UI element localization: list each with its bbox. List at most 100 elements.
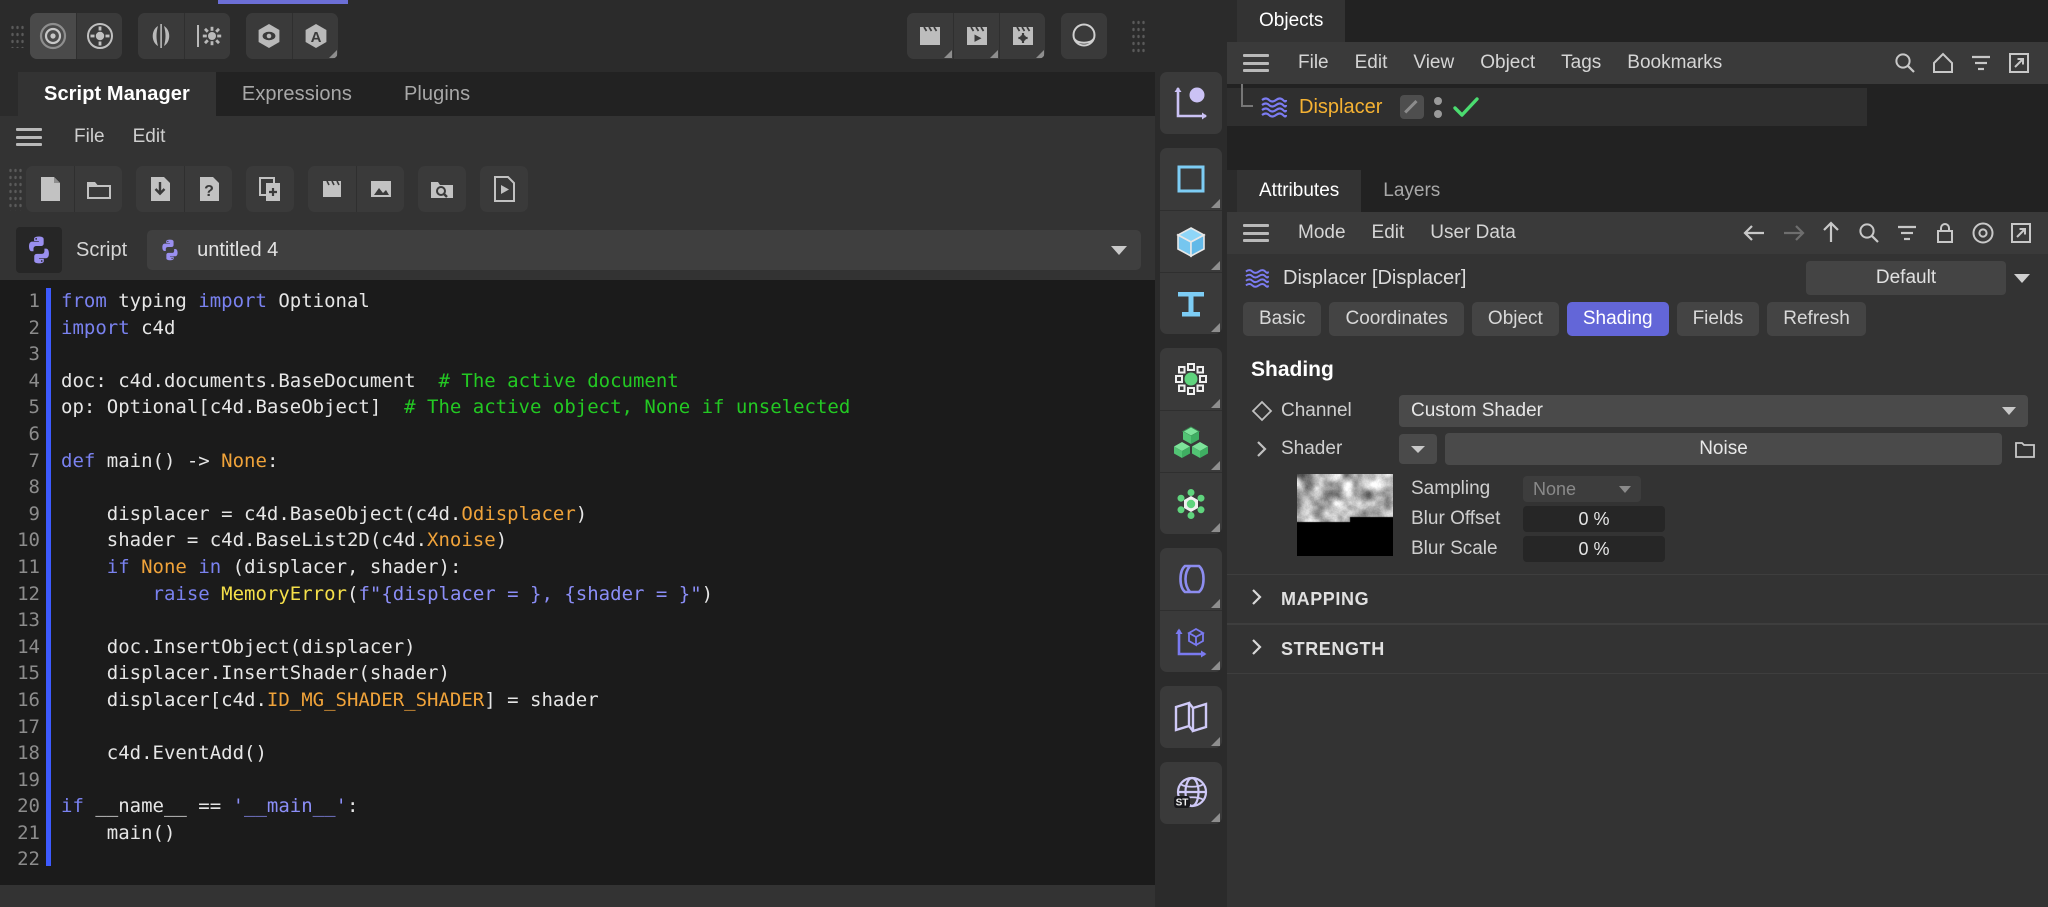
target-icon[interactable] — [1966, 216, 2000, 250]
chevron-right-icon — [1249, 638, 1265, 661]
mograph-gear-icon[interactable] — [1160, 472, 1222, 534]
code-editor[interactable]: 1 2 3 4 5 6 7 8 9 10 11 12 13 14 15 16 17 18 19 20 21 22 from… — [0, 280, 1155, 907]
menu-item-edit[interactable]: Edit — [119, 126, 180, 148]
image-icon[interactable] — [356, 166, 404, 212]
tab-script-manager[interactable]: Script Manager — [18, 72, 216, 116]
code-content[interactable]: from typing import Optional import c4d do… — [51, 280, 1155, 907]
preset-dropdown[interactable]: Default — [1806, 261, 2030, 295]
blur-scale-input[interactable]: 0 % — [1523, 536, 1665, 562]
tab-objects[interactable]: Objects — [1237, 0, 1346, 42]
sampling-dropdown[interactable]: None — [1523, 476, 1641, 502]
chevron-right-icon[interactable] — [1249, 439, 1275, 459]
gear-circle-icon[interactable] — [76, 13, 122, 59]
menu-item-tags[interactable]: Tags — [1548, 52, 1614, 74]
clapperboard-play-icon[interactable] — [953, 13, 999, 59]
axis-cube-icon[interactable] — [1160, 610, 1222, 672]
home-icon[interactable] — [1926, 46, 1960, 80]
menu-item-edit[interactable]: Edit — [1359, 222, 1418, 244]
axis-sphere-icon[interactable] — [1160, 72, 1222, 134]
displacer-tag-icon[interactable] — [1400, 95, 1425, 119]
folder-icon[interactable] — [2002, 437, 2048, 461]
toolbar-grip-right[interactable] — [1131, 19, 1145, 53]
text-tool-icon[interactable] — [1160, 272, 1222, 334]
forward-arrow-icon[interactable] — [1776, 216, 1810, 250]
section-strength[interactable]: STRENGTH — [1227, 624, 2048, 674]
tab-shading[interactable]: Shading — [1566, 302, 1669, 336]
shader-value-field[interactable]: Noise — [1445, 433, 2002, 465]
shader-options-dropdown[interactable] — [1399, 434, 1437, 464]
save-download-icon[interactable] — [136, 166, 184, 212]
code-line: shader = c4d.BaseList2D(c4d.Xnoise) — [61, 529, 508, 552]
tab-fields[interactable]: Fields — [1676, 302, 1760, 336]
tab-attributes[interactable]: Attributes — [1237, 170, 1362, 212]
menu-item-file[interactable]: File — [1285, 52, 1342, 74]
diamond-keyframe-icon[interactable] — [1249, 400, 1275, 422]
eye-hex-icon[interactable] — [246, 13, 292, 59]
current-script-name: untitled 4 — [197, 238, 279, 261]
open-folder-icon[interactable] — [74, 166, 122, 212]
back-arrow-icon[interactable] — [1738, 216, 1772, 250]
symmetry-icon[interactable] — [1160, 686, 1222, 748]
concentric-circles-icon[interactable] — [30, 13, 76, 59]
lock-icon[interactable] — [1928, 216, 1962, 250]
clapperboard-gear-icon[interactable] — [999, 13, 1045, 59]
tab-layers[interactable]: Layers — [1361, 170, 1462, 212]
hamburger-menu-icon[interactable] — [16, 128, 42, 146]
toolbar-grip[interactable] — [8, 167, 22, 211]
submenu-corner-icon — [990, 50, 998, 58]
noise-shader-preview[interactable] — [1297, 474, 1393, 556]
filter-icon[interactable] — [1964, 46, 1998, 80]
menu-item-edit[interactable]: Edit — [1342, 52, 1401, 74]
filter-icon[interactable] — [1890, 216, 1924, 250]
axis-gear-icon[interactable] — [184, 13, 230, 59]
nurbs-generator-icon[interactable] — [1160, 348, 1222, 410]
clapperboard-icon[interactable] — [907, 13, 953, 59]
green-check-icon[interactable] — [1452, 95, 1480, 119]
popout-icon[interactable] — [2004, 216, 2038, 250]
menu-item-mode[interactable]: Mode — [1285, 222, 1359, 244]
tab-refresh[interactable]: Refresh — [1767, 302, 1866, 336]
deformer-bend-icon[interactable] — [1160, 548, 1222, 610]
tab-object[interactable]: Object — [1471, 302, 1559, 336]
script-file-dropdown[interactable]: untitled 4 — [147, 230, 1141, 270]
square-spline-icon[interactable] — [1160, 148, 1222, 210]
hamburger-menu-icon[interactable] — [1243, 54, 1269, 72]
scene-nodes-globe-icon[interactable]: ST — [1160, 762, 1222, 824]
toolbar-group-view: A — [246, 13, 338, 59]
menu-item-object[interactable]: Object — [1467, 52, 1548, 74]
submenu-corner-icon — [1211, 461, 1220, 470]
submenu-corner-icon — [1211, 661, 1220, 670]
execute-play-icon[interactable] — [480, 166, 528, 212]
channel-dropdown[interactable]: Custom Shader — [1399, 395, 2028, 427]
blur-offset-row: Blur Offset 0 % — [1411, 504, 1665, 534]
array-clone-icon[interactable] — [1160, 410, 1222, 472]
blur-offset-input[interactable]: 0 % — [1523, 506, 1665, 532]
up-arrow-icon[interactable] — [1814, 216, 1848, 250]
letter-a-hex-icon[interactable]: A — [292, 13, 338, 59]
search-icon[interactable] — [1852, 216, 1886, 250]
hamburger-menu-icon[interactable] — [1243, 224, 1269, 242]
table-row[interactable]: Displacer — [1227, 84, 1867, 126]
search-folder-icon[interactable] — [418, 166, 466, 212]
menu-item-view[interactable]: View — [1400, 52, 1467, 74]
help-question-icon[interactable]: ? — [184, 166, 232, 212]
sphere-render-icon[interactable] — [1061, 13, 1107, 59]
tab-plugins[interactable]: Plugins — [378, 72, 496, 116]
section-mapping[interactable]: MAPPING — [1227, 574, 2048, 624]
tab-basic[interactable]: Basic — [1243, 302, 1322, 336]
cube-primitive-icon[interactable] — [1160, 210, 1222, 272]
menu-item-file[interactable]: File — [60, 126, 119, 148]
tab-coordinates[interactable]: Coordinates — [1329, 302, 1464, 336]
popout-icon[interactable] — [2002, 46, 2036, 80]
duplicate-add-icon[interactable] — [246, 166, 294, 212]
clapperboard-icon[interactable] — [308, 166, 356, 212]
search-icon[interactable] — [1888, 46, 1922, 80]
menu-item-bookmarks[interactable]: Bookmarks — [1614, 52, 1735, 74]
tab-expressions[interactable]: Expressions — [216, 72, 378, 116]
new-file-icon[interactable] — [26, 166, 74, 212]
menu-item-user-data[interactable]: User Data — [1417, 222, 1529, 244]
submenu-corner-icon — [1211, 813, 1220, 822]
mirror-icon[interactable] — [138, 13, 184, 59]
visibility-dots-icon[interactable] — [1434, 96, 1443, 118]
toolbar-grip[interactable] — [10, 24, 24, 48]
